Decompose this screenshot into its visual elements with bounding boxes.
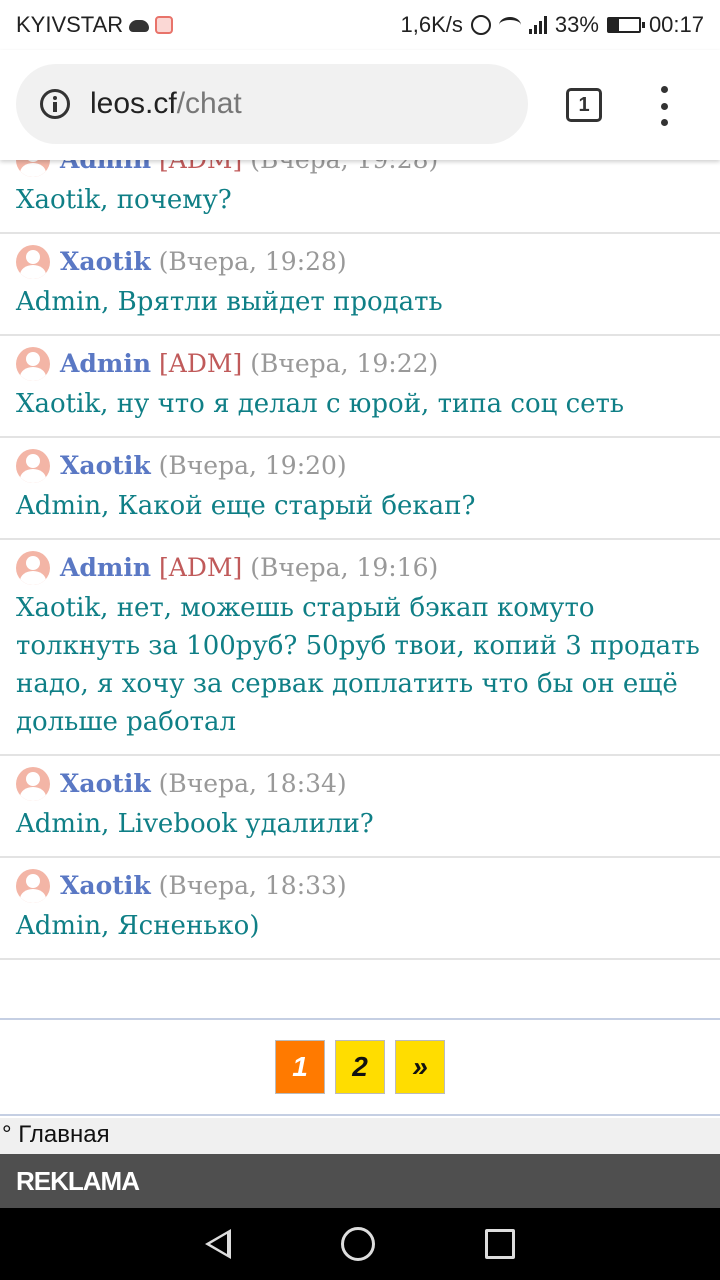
system-nav-bar — [0, 1208, 720, 1280]
url-host: leos.cf — [90, 87, 177, 120]
message-header: Xaotik (Вчера, 19:20) — [16, 449, 704, 483]
reklama-banner[interactable]: REKLAMA — [0, 1154, 720, 1208]
message-time: (Вчера, 19:28) — [158, 247, 347, 276]
message-time: (Вчера, 18:34) — [158, 769, 347, 798]
author-role-badge: [ADM] — [159, 553, 243, 582]
author-name[interactable]: Xaotik — [60, 869, 151, 903]
message-text: Admin, Ясненько) — [16, 911, 260, 941]
message-text: Xaotik, нет, можешь старый бэкап комуто … — [16, 593, 700, 737]
author-name[interactable]: Xaotik — [60, 449, 151, 483]
notification-icon — [155, 16, 174, 34]
message-time: (Вчера, 19:22) — [250, 349, 439, 378]
cloud-icon — [129, 20, 150, 32]
battery-percent: 33% — [554, 12, 599, 37]
author-name[interactable]: Admin — [60, 347, 151, 381]
info-icon[interactable] — [40, 89, 70, 119]
message-text: Admin, Врятли выйдет продать — [16, 287, 443, 317]
url-text[interactable]: leos.cf/chat — [90, 87, 242, 121]
author-name[interactable]: Xaotik — [60, 245, 151, 279]
message-time: (Вчера, 18:33) — [158, 871, 347, 900]
avatar[interactable] — [16, 245, 50, 279]
message-header: Admin [ADM] (Вчера, 19:22) — [16, 347, 704, 381]
page-2-button[interactable]: 2 — [335, 1040, 385, 1094]
chat-message: Xaotik (Вчера, 19:28) Admin, Врятли выйдет… — [0, 234, 720, 336]
message-header: Xaotik (Вчера, 18:34) — [16, 767, 704, 801]
status-bar: KYIVSTAR 1,6K/s 33% 00:17 — [0, 0, 720, 50]
author-name[interactable]: Admin — [60, 551, 151, 585]
wifi-icon — [498, 17, 521, 33]
message-text: Admin, Какой еще старый бекап? — [16, 491, 476, 521]
pagination: 1 2 » — [0, 1018, 720, 1116]
avatar[interactable] — [16, 551, 50, 585]
home-link[interactable]: ° Главная — [0, 1118, 720, 1154]
author-role-badge: [ADM] — [159, 349, 243, 378]
chat-list[interactable]: Admin [ADM] (Вчера, 19:28) Xaotik, почему? X… — [0, 132, 720, 1020]
address-bar[interactable]: leos.cf/chat — [16, 64, 528, 144]
chat-message: Xaotik (Вчера, 18:33) Admin, Ясненько) — [0, 858, 720, 960]
chat-message: Xaotik (Вчера, 18:34) Admin, Livebook удал… — [0, 756, 720, 858]
chat-message: Xaotik (Вчера, 19:20) Admin, Какой еще ста… — [0, 438, 720, 540]
battery-icon — [606, 17, 645, 33]
clock: 00:17 — [648, 12, 704, 37]
page-1-button[interactable]: 1 — [275, 1040, 325, 1094]
message-header: Admin [ADM] (Вчера, 19:16) — [16, 551, 704, 585]
more-menu-icon[interactable] — [654, 86, 674, 126]
message-text: Xaotik, ну что я делал с юрой, типа соц … — [16, 389, 625, 419]
browser-toolbar: leos.cf/chat 1 — [0, 50, 720, 160]
signal-icon — [528, 16, 547, 34]
message-header: Xaotik (Вчера, 19:28) — [16, 245, 704, 279]
tab-switcher-button[interactable]: 1 — [566, 88, 602, 122]
message-time: (Вчера, 19:16) — [250, 553, 439, 582]
avatar[interactable] — [16, 347, 50, 381]
author-name[interactable]: Xaotik — [60, 767, 151, 801]
message-header: Xaotik (Вчера, 18:33) — [16, 869, 704, 903]
avatar[interactable] — [16, 449, 50, 483]
network-speed: 1,6K/s — [400, 12, 463, 37]
message-time: (Вчера, 19:20) — [158, 451, 347, 480]
alarm-icon — [470, 15, 491, 35]
chat-message: Admin [ADM] (Вчера, 19:16) Xaotik, нет, мож… — [0, 540, 720, 756]
avatar[interactable] — [16, 767, 50, 801]
message-text: Xaotik, почему? — [16, 185, 232, 215]
back-icon[interactable] — [205, 1229, 231, 1259]
next-page-button[interactable]: » — [395, 1040, 445, 1094]
message-text: Admin, Livebook удалили? — [16, 809, 374, 839]
url-path: /chat — [176, 87, 242, 120]
carrier-label: KYIVSTAR — [16, 12, 124, 37]
recent-apps-icon[interactable] — [485, 1229, 515, 1259]
home-icon[interactable] — [341, 1227, 375, 1261]
avatar[interactable] — [16, 869, 50, 903]
chat-message: Admin [ADM] (Вчера, 19:22) Xaotik, ну что я… — [0, 336, 720, 438]
